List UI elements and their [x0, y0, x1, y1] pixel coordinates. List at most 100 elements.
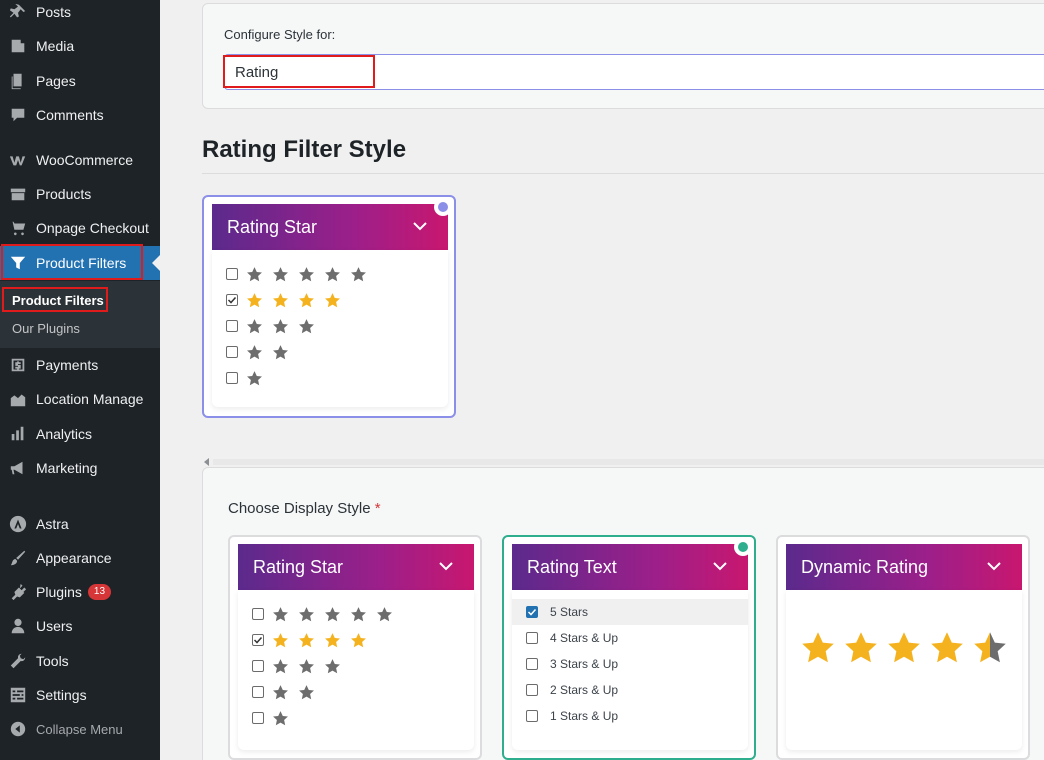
style-option-rating-star[interactable]: Rating Star [228, 535, 482, 760]
star-icon [299, 318, 314, 333]
star-full-icon [845, 632, 877, 663]
rating-row-1[interactable] [226, 369, 272, 387]
menu-marketing[interactable]: Marketing [0, 451, 160, 485]
rating-text-option[interactable]: 2 Stars & Up [512, 681, 748, 699]
star-icon [273, 266, 288, 281]
star-icon [325, 606, 340, 621]
menu-product-filters[interactable]: Product Filters [0, 246, 160, 280]
rating-checkbox[interactable] [252, 712, 264, 724]
scroll-left-icon[interactable] [204, 458, 209, 466]
menu-label: Location Manage [36, 391, 144, 407]
rating-checkbox[interactable] [226, 372, 238, 384]
menu-plugins[interactable]: Plugins 13 [0, 575, 160, 609]
widget-body: 5 Stars 4 Stars & Up 3 Stars & Up 2 Stars &… [512, 590, 748, 750]
menu-appearance[interactable]: Appearance [0, 541, 160, 575]
style-option-dynamic-rating[interactable]: Dynamic Rating [776, 535, 1030, 760]
rating-text-label: 2 Stars & Up [550, 683, 619, 697]
rating-row-2[interactable] [252, 683, 324, 701]
rating-checkbox[interactable] [526, 658, 538, 670]
menu-users[interactable]: Users [0, 609, 160, 643]
star-icon [273, 632, 288, 647]
menu-woocommerce[interactable]: WooCommerce [0, 143, 160, 177]
star-icon [247, 344, 262, 359]
menu-label: Products [36, 186, 92, 202]
menu-label: Onpage Checkout [36, 220, 149, 236]
menu-label: Tools [36, 653, 69, 669]
style-option-rating-text[interactable]: Rating Text 5 Stars 4 Stars & Up 3 Stars &… [502, 535, 756, 760]
widget-header[interactable]: Rating Star [212, 204, 448, 250]
rating-text-label: 5 Stars [550, 605, 589, 619]
dynamic-rating-stars[interactable] [800, 630, 1015, 666]
rating-checkbox[interactable] [252, 608, 264, 620]
brush-icon [0, 549, 36, 567]
menu-location-manage[interactable]: Location Manage [0, 382, 160, 416]
rating-checkbox[interactable] [526, 710, 538, 722]
rating-text-option[interactable]: 4 Stars & Up [512, 629, 748, 647]
menu-payments[interactable]: Payments [0, 348, 160, 382]
rating-checkbox[interactable] [526, 632, 538, 644]
rating-row-5[interactable] [252, 605, 402, 623]
star-icon [247, 318, 262, 333]
rating-checkbox[interactable] [526, 684, 538, 696]
collapse-menu-button[interactable]: Collapse Menu [0, 712, 160, 746]
menu-pages[interactable]: Pages [0, 64, 160, 98]
filter-icon [0, 254, 36, 272]
chevron-down-icon [713, 562, 727, 571]
comment-icon [0, 106, 36, 124]
dollar-icon [0, 356, 36, 374]
rating-row-3[interactable] [252, 657, 350, 675]
rating-row-4[interactable] [226, 291, 350, 309]
choose-display-style-label: Choose Display Style * [228, 500, 381, 517]
rating-text-option[interactable]: 5 Stars [512, 599, 748, 625]
widget-title: Rating Text [527, 556, 617, 577]
configure-style-select[interactable]: Rating [224, 54, 1044, 90]
rating-checkbox[interactable] [226, 320, 238, 332]
menu-settings[interactable]: Settings [0, 678, 160, 712]
menu-media[interactable]: Media [0, 29, 160, 63]
rating-checkbox[interactable] [252, 634, 264, 646]
menu-tools[interactable]: Tools [0, 644, 160, 678]
submenu-our-plugins[interactable]: Our Plugins [12, 321, 80, 336]
location-icon [0, 390, 36, 408]
star-icon [325, 266, 340, 281]
star-full-icon [888, 632, 920, 663]
rating-text-option[interactable]: 1 Stars & Up [512, 707, 748, 725]
star-icon [299, 658, 314, 673]
horizontal-scrollbar[interactable] [213, 459, 1044, 465]
chevron-down-icon [439, 562, 453, 571]
rating-checkbox[interactable] [526, 606, 538, 618]
rating-row-1[interactable] [252, 709, 298, 727]
star-icon [299, 292, 314, 307]
rating-checkbox[interactable] [226, 346, 238, 358]
menu-label: Analytics [36, 426, 93, 442]
chevron-down-icon [987, 562, 1001, 571]
rating-checkbox[interactable] [226, 294, 238, 306]
rating-row-3[interactable] [226, 317, 324, 335]
rating-checkbox[interactable] [252, 660, 264, 672]
submenu-product-filters[interactable]: Product Filters [12, 293, 104, 308]
menu-analytics[interactable]: Analytics [0, 417, 160, 451]
rating-checkbox[interactable] [226, 268, 238, 280]
selected-indicator [434, 198, 452, 216]
rating-text-option[interactable]: 3 Stars & Up [512, 655, 748, 673]
product-filters-submenu: Product Filters Our Plugins [0, 281, 160, 348]
page-title: Rating Filter Style [202, 136, 407, 163]
menu-posts[interactable]: Posts [0, 0, 160, 29]
rating-row-4[interactable] [252, 631, 376, 649]
rating-row-5[interactable] [226, 265, 376, 283]
plugins-update-badge: 13 [87, 584, 112, 600]
star-icon [325, 292, 340, 307]
wrench-icon [0, 652, 36, 670]
star-icon [273, 658, 288, 673]
menu-comments[interactable]: Comments [0, 98, 160, 132]
star-icon [273, 684, 288, 699]
menu-astra[interactable]: Astra [0, 507, 160, 541]
star-icon [299, 632, 314, 647]
rating-row-2[interactable] [226, 343, 298, 361]
configure-style-card: Configure Style for: Rating [202, 3, 1044, 109]
menu-onpage-checkout[interactable]: Onpage Checkout [0, 211, 160, 245]
widget-title: Rating Star [227, 216, 318, 237]
rating-checkbox[interactable] [252, 686, 264, 698]
menu-products[interactable]: Products [0, 177, 160, 211]
star-icon [273, 710, 288, 725]
